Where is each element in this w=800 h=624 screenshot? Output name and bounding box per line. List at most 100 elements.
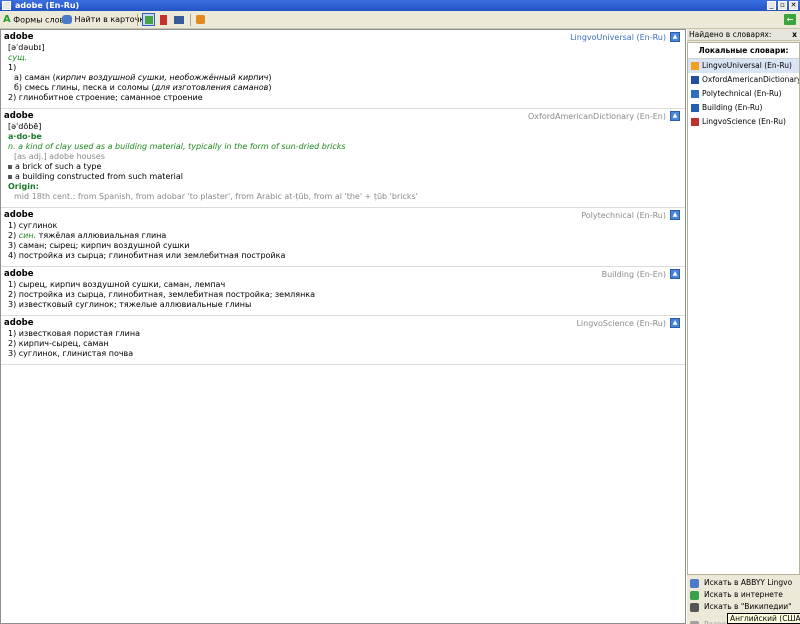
dictionary-list-item[interactable]: Polytechnical (En-Ru) bbox=[688, 87, 799, 101]
dictionary-list-item[interactable]: OxfordAmericanDictionary (En-En) bbox=[688, 73, 799, 87]
graduation-cap-icon bbox=[174, 15, 184, 24]
entry-line: [əˈdōbē] bbox=[4, 122, 682, 132]
entry-text: б) смесь глины, песка и соломы ( bbox=[14, 83, 155, 92]
title-bar: adobe (En-Ru) _ ▫ ✕ bbox=[0, 0, 800, 11]
entry-text: [as adj.] adobe houses bbox=[14, 152, 105, 161]
headword: adobe bbox=[4, 269, 34, 279]
entry-text: 2) кирпич-сырец, саман bbox=[8, 339, 109, 348]
sidebar-link-label: Искать в "Википедии" bbox=[704, 602, 792, 611]
entry-text: a brick of such a type bbox=[15, 162, 102, 171]
dictionary-name-link[interactable]: LingvoScience (En-Ru) bbox=[576, 318, 666, 329]
dictionary-list-item[interactable]: LingvoScience (En-Ru) bbox=[688, 115, 799, 129]
dictionary-list-item[interactable]: LingvoUniversal (En-Ru) bbox=[688, 59, 799, 73]
entry-line: 3) саман; сырец; кирпич воздушной сушки bbox=[4, 241, 682, 251]
entry-text: 2) bbox=[8, 231, 19, 240]
dictionary-name-link[interactable]: LingvoUniversal (En-Ru) bbox=[570, 32, 666, 43]
minimize-button[interactable]: _ bbox=[767, 1, 776, 10]
entry-text: 1) известковая пористая глина bbox=[8, 329, 140, 338]
entry-line: 2) син. тяжёлая аллювиальная глина bbox=[4, 231, 682, 241]
entry-line: сущ. bbox=[4, 53, 682, 63]
dictionary-name-link[interactable]: Building (En-En) bbox=[602, 269, 666, 280]
red-book-icon bbox=[160, 14, 167, 25]
book-icon bbox=[691, 62, 699, 70]
entry-line: 3) известковый суглинок; тяжелые аллювиа… bbox=[4, 300, 682, 310]
entry-text: 1) суглинок bbox=[8, 221, 58, 230]
entry-text: n. bbox=[8, 142, 16, 151]
dictionary-list-item[interactable]: Building (En-Ru) bbox=[688, 101, 799, 115]
app-icon bbox=[2, 1, 11, 10]
bullet-icon bbox=[8, 174, 12, 179]
entry-line: a·do·be bbox=[4, 132, 682, 142]
entry-text: для изготовления саманов bbox=[154, 83, 269, 92]
entry-line: a brick of such a type bbox=[4, 162, 682, 172]
toolbar-separator bbox=[190, 14, 191, 26]
search-icon bbox=[690, 579, 699, 588]
entry-line: 1) сырец, кирпич воздушной сушки, саман,… bbox=[4, 280, 682, 290]
sidebar-link[interactable]: Искать в "Википедии" bbox=[687, 601, 800, 613]
entry-text: mid 18th cent.: from Spanish, from adoba… bbox=[14, 192, 418, 201]
collapse-entry-icon[interactable]: ▲ bbox=[670, 318, 680, 328]
entry-text: 4) постройка из сырца; глинобитная или з… bbox=[8, 251, 286, 260]
entry-text: 3) суглинок, глинистая почва bbox=[8, 349, 134, 358]
entry-line: б) смесь глины, песка и соломы (для изго… bbox=[4, 83, 682, 93]
entry-text: 2) постройка из сырца, глинобитная, земл… bbox=[8, 290, 316, 299]
entry-text: тяжёлая аллювиальная глина bbox=[36, 231, 167, 240]
collapse-entry-icon[interactable]: ▲ bbox=[670, 32, 680, 42]
entry-text: 1) bbox=[8, 63, 17, 72]
sidebar-link[interactable]: Искать в интернете bbox=[687, 589, 800, 601]
dictionary-list-label: OxfordAmericanDictionary (En-En) bbox=[702, 75, 800, 84]
entry-text: a·do·be bbox=[8, 132, 42, 141]
collapse-entry-icon[interactable]: ▲ bbox=[670, 111, 680, 121]
entry-line: 3) суглинок, глинистая почва bbox=[4, 349, 682, 359]
collapse-entry-icon[interactable]: ▲ bbox=[670, 269, 680, 279]
toolbar-separator bbox=[137, 14, 138, 26]
picture-icon bbox=[145, 16, 153, 24]
found-in-dictionaries-panel: Найдено в словарях: x Локальные словари:… bbox=[687, 29, 800, 624]
maximize-button[interactable]: ▫ bbox=[778, 1, 787, 10]
shield-icon bbox=[691, 118, 699, 126]
close-panel-icon[interactable]: x bbox=[792, 29, 797, 41]
entry-line: 1) известковая пористая глина bbox=[4, 329, 682, 339]
panel-title: Найдено в словарях: bbox=[689, 30, 772, 39]
dictionary-name-link[interactable]: OxfordAmericanDictionary (En-En) bbox=[528, 111, 666, 122]
sidebar-link-label: Искать в интернете bbox=[704, 590, 783, 599]
entry-text: син. bbox=[18, 231, 37, 240]
binoculars-icon bbox=[62, 15, 72, 24]
back-arrow-icon[interactable]: ← bbox=[784, 14, 796, 25]
entry-text: ) bbox=[268, 73, 272, 82]
globe-icon bbox=[690, 591, 699, 600]
entry-line: 1) bbox=[4, 63, 682, 73]
collapse-entry-icon[interactable]: ▲ bbox=[670, 210, 680, 220]
entry-text: [əˈdəubɪ] bbox=[8, 43, 45, 52]
entry-line: 2) кирпич-сырец, саман bbox=[4, 339, 682, 349]
card-view-button[interactable] bbox=[142, 13, 155, 26]
dictionary-list-label: Building (En-Ru) bbox=[702, 103, 763, 112]
dictionary-list: Локальные словари: LingvoUniversal (En-R… bbox=[687, 42, 800, 575]
sidebar-link[interactable]: Искать в ABBYY Lingvo bbox=[687, 577, 800, 589]
word-forms-button[interactable]: A Формы слова bbox=[3, 14, 69, 26]
dictionary-entry: adobe Building (En-En) ▲ 1) сырец, кирпич в… bbox=[1, 267, 685, 316]
entry-text: сущ. bbox=[8, 53, 28, 62]
word-forms-label: Формы слова bbox=[13, 15, 70, 25]
toolbar: A Формы слова Найти в карточке ← bbox=[0, 11, 800, 29]
window-title: adobe (En-Ru) bbox=[15, 1, 80, 10]
letter-a-icon: A bbox=[3, 14, 11, 25]
dictionary-entry: adobe LingvoScience (En-Ru) ▲ 1) известкова… bbox=[1, 316, 685, 365]
bullet-icon bbox=[8, 164, 12, 169]
dictionary-button[interactable] bbox=[160, 14, 167, 26]
pronounce-button[interactable] bbox=[196, 14, 205, 26]
close-button[interactable]: ✕ bbox=[789, 1, 798, 10]
panel-header: Найдено в словарях: x bbox=[687, 29, 800, 41]
entry-text: ) bbox=[268, 83, 272, 92]
entry-text: 3) известковый суглинок; тяжелые аллювиа… bbox=[8, 300, 252, 309]
entry-line: a building constructed from such materia… bbox=[4, 172, 682, 182]
compass-icon bbox=[691, 90, 699, 98]
local-dictionaries-title: Локальные словари: bbox=[688, 43, 799, 59]
language-tooltip: Английский (США) bbox=[727, 613, 800, 624]
study-button[interactable] bbox=[174, 14, 184, 26]
dictionary-entry: adobe LingvoUniversal (En-Ru) ▲ [əˈdəubɪ] су… bbox=[1, 30, 685, 109]
wikipedia-icon bbox=[690, 603, 699, 612]
dictionary-name-link[interactable]: Polytechnical (En-Ru) bbox=[581, 210, 666, 221]
entry-line: Origin: bbox=[4, 182, 682, 192]
entry-line: а) саман (кирпич воздушной сушки, необож… bbox=[4, 73, 682, 83]
